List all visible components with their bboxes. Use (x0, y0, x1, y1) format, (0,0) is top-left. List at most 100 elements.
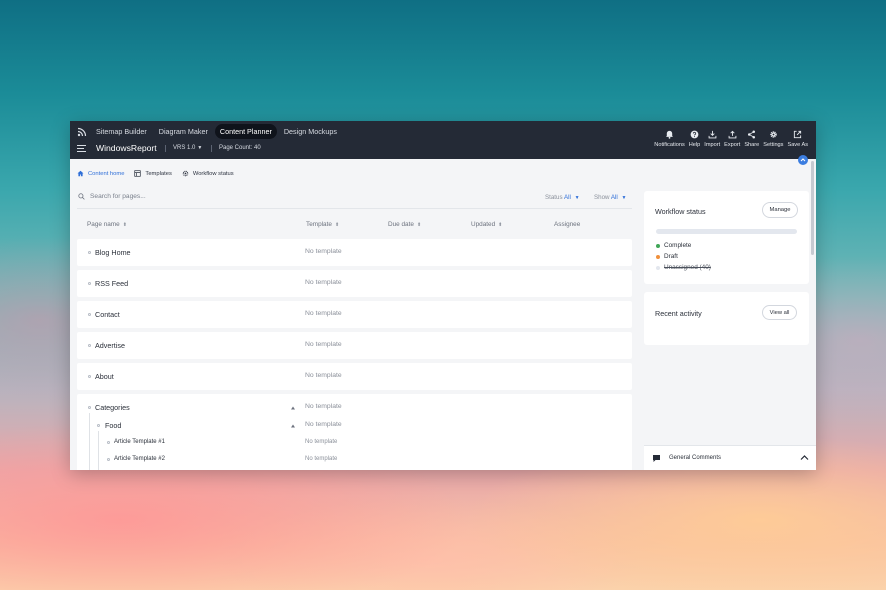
view-all-button[interactable]: View all (762, 305, 797, 320)
legend-draft: Draft (656, 253, 678, 260)
notifications-button[interactable]: Notifications (654, 130, 685, 148)
general-comments-bar[interactable]: General Comments (644, 445, 816, 470)
status-dot-icon (656, 254, 660, 259)
column-header-due-date[interactable]: Due date ⬍ (388, 221, 421, 228)
show-filter-value: All (610, 194, 618, 201)
workflow-icon (182, 170, 189, 177)
collapse-panel-button[interactable] (798, 155, 808, 165)
bullet-icon (88, 375, 91, 378)
chevron-up-icon[interactable] (800, 454, 809, 461)
bullet-icon (88, 251, 91, 254)
save-as-button[interactable]: Save As (787, 130, 808, 148)
page-count: Page Count: 40 (219, 145, 261, 151)
page-name[interactable]: Categories (95, 403, 130, 412)
settings-button[interactable]: Settings (763, 130, 783, 148)
project-name[interactable]: WindowsReport (96, 143, 157, 153)
product-tabs: Sitemap Builder Diagram Maker Content Pl… (91, 124, 342, 139)
bullet-icon (97, 424, 100, 427)
column-header-page-name[interactable]: Page name ⬍ (87, 221, 127, 228)
help-button[interactable]: Help (689, 130, 700, 148)
scrollbar[interactable] (811, 161, 814, 255)
page-template: No template (305, 456, 338, 462)
page-name[interactable]: Contact (95, 310, 120, 319)
toolbar: Notifications Help Import Export Share S… (650, 130, 808, 148)
caret-down-icon: ▼ (574, 195, 580, 201)
legend-label: Unassigned (40) (664, 264, 711, 271)
recent-activity-card: Recent activity View all (644, 292, 809, 345)
home-icon (77, 170, 84, 177)
search-input[interactable] (90, 193, 230, 200)
page-name[interactable]: Food (105, 421, 121, 430)
page-name[interactable]: RSS Feed (95, 279, 128, 288)
legend-label: Draft (664, 253, 678, 260)
tab-design-mockups[interactable]: Design Mockups (279, 124, 342, 139)
legend-label: Complete (664, 242, 692, 249)
table-row[interactable]: Advertise No template (77, 332, 632, 359)
show-filter-label: Show (594, 194, 610, 201)
category-group: Categories No template Food No template … (77, 394, 632, 470)
export-icon (728, 130, 737, 139)
workflow-progress-bar (656, 229, 797, 234)
column-label: Template (306, 221, 332, 228)
table-row[interactable]: RSS Feed No template (77, 270, 632, 297)
save-as-icon (794, 130, 802, 139)
page-template: No template (305, 439, 338, 445)
card-title: Workflow status (655, 207, 706, 216)
show-filter[interactable]: Show All ▼ (594, 194, 626, 201)
column-header-assignee[interactable]: Assignee (554, 221, 580, 228)
table-row[interactable]: Blog Home No template (77, 239, 632, 266)
crumb-label: Content home (88, 170, 125, 177)
page-name[interactable]: Blog Home (95, 248, 131, 257)
collapse-arrow-icon[interactable] (290, 405, 296, 411)
sort-icon: ⬍ (498, 222, 503, 228)
bullet-icon (88, 282, 91, 285)
import-label: Import (704, 142, 721, 148)
page-name[interactable]: Advertise (95, 341, 125, 350)
page-template: No template (305, 279, 342, 286)
crumb-workflow-status[interactable]: Workflow status (182, 170, 234, 177)
caret-down-icon: ▼ (197, 145, 203, 151)
tab-sitemap-builder[interactable]: Sitemap Builder (91, 124, 152, 139)
column-header-updated[interactable]: Updated ⬍ (471, 221, 502, 228)
divider (77, 208, 632, 209)
gear-icon (770, 131, 777, 138)
page-name[interactable]: Article Template #1 (114, 439, 165, 445)
bullet-icon (107, 441, 110, 444)
version-select[interactable]: VRS 1.0 ▼ (173, 145, 202, 151)
column-label: Assignee (554, 221, 581, 228)
collapse-arrow-icon[interactable] (290, 423, 296, 429)
manage-button[interactable]: Manage (762, 202, 798, 218)
page-name[interactable]: About (95, 372, 114, 381)
notifications-label: Notifications (654, 142, 685, 148)
column-header-template[interactable]: Template ⬍ (306, 221, 339, 228)
crumb-templates[interactable]: Templates (134, 170, 172, 177)
export-button[interactable]: Export (724, 130, 740, 148)
rss-icon[interactable] (77, 127, 87, 137)
page-template: No template (305, 341, 342, 348)
status-filter[interactable]: Status All ▼ (545, 194, 580, 201)
legend-unassigned[interactable]: Unassigned (40) (656, 264, 711, 271)
page-name[interactable]: Article Template #2 (114, 456, 165, 462)
workflow-status-card: Workflow status Manage Complete Draft Un… (644, 191, 809, 284)
divider (165, 145, 166, 152)
tab-diagram-maker[interactable]: Diagram Maker (154, 124, 213, 139)
tab-content-planner[interactable]: Content Planner (214, 124, 277, 139)
share-button[interactable]: Share (744, 130, 759, 148)
content-planner-window: Sitemap Builder Diagram Maker Content Pl… (70, 121, 816, 470)
comment-icon (653, 455, 660, 462)
export-label: Export (724, 142, 741, 148)
version-label: VRS 1.0 (173, 145, 196, 151)
divider (211, 145, 212, 152)
hamburger-menu-icon[interactable] (77, 145, 86, 152)
crumb-content-home[interactable]: Content home (77, 170, 124, 177)
table-row[interactable]: Contact No template (77, 301, 632, 328)
caret-down-icon: ▼ (621, 195, 627, 201)
status-dot-icon (656, 265, 660, 270)
sort-icon: ⬍ (122, 222, 127, 228)
table-row[interactable]: About No template (77, 363, 632, 390)
help-icon (690, 130, 699, 139)
share-icon (748, 130, 756, 139)
top-bar: Sitemap Builder Diagram Maker Content Pl… (70, 121, 816, 159)
import-button[interactable]: Import (704, 130, 720, 148)
status-filter-value: All (563, 194, 571, 201)
